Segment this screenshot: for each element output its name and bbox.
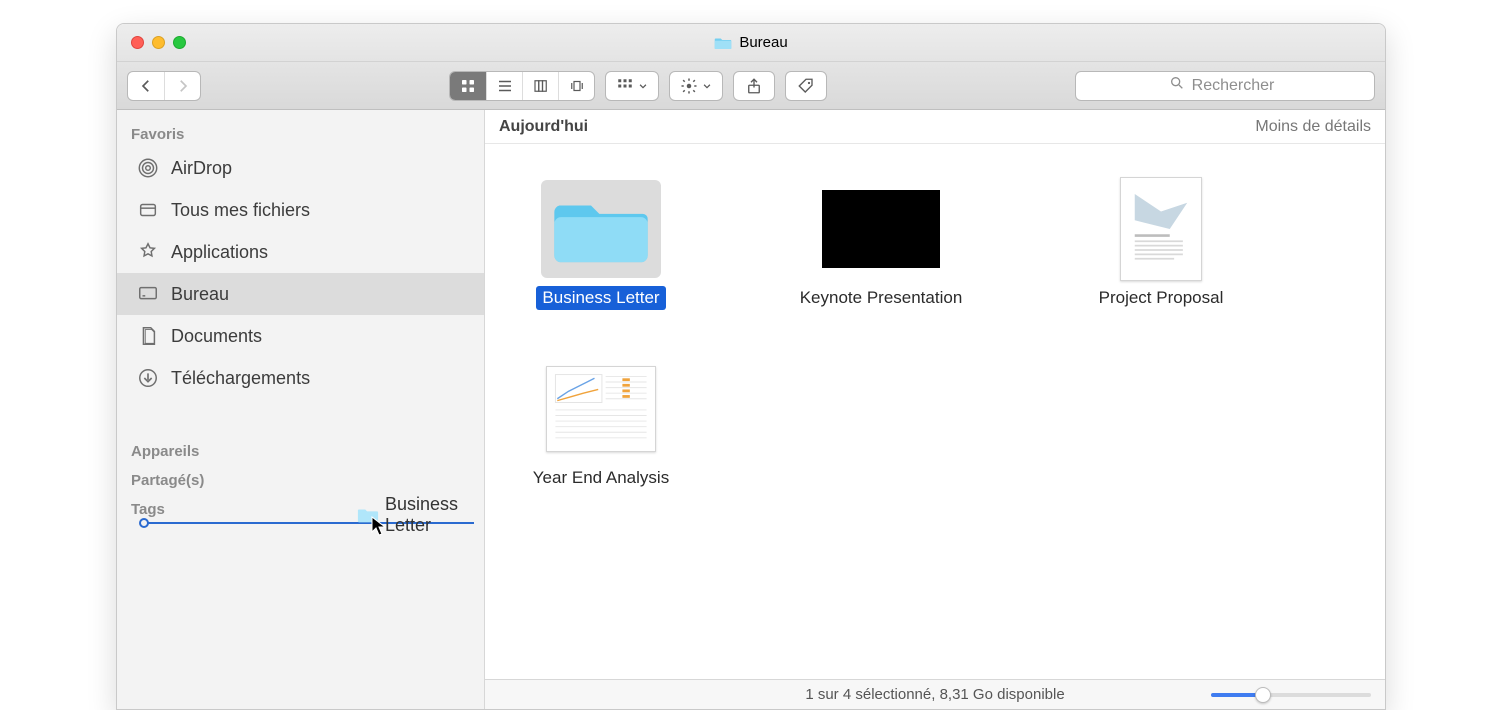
arrange-menu-button[interactable] <box>605 71 659 101</box>
zoom-window-button[interactable] <box>173 36 186 49</box>
content-header: Aujourd'hui Moins de détails <box>485 110 1385 144</box>
airdrop-icon <box>137 157 159 179</box>
sidebar-item-airdrop[interactable]: AirDrop <box>117 147 484 189</box>
coverflow-view-button[interactable] <box>558 72 594 100</box>
slider-knob[interactable] <box>1255 687 1271 703</box>
sidebar-item-label: Tous mes fichiers <box>171 200 310 221</box>
spreadsheet-icon <box>541 360 661 458</box>
sidebar-heading-favorites: Favoris <box>117 118 484 147</box>
file-name: Year End Analysis <box>527 466 675 490</box>
status-bar: 1 sur 4 sélectionné, 8,31 Go disponible <box>485 679 1385 709</box>
keynote-icon <box>821 180 941 278</box>
window-body: Favoris AirDrop Tous mes fichiers Applic… <box>117 110 1385 709</box>
content-area: Aujourd'hui Moins de détails Business Le… <box>485 110 1385 709</box>
file-item[interactable]: Project Proposal <box>1071 180 1251 310</box>
view-mode-buttons <box>449 71 595 101</box>
applications-icon <box>137 241 159 263</box>
file-item[interactable]: Year End Analysis <box>511 360 691 490</box>
file-name: Project Proposal <box>1093 286 1230 310</box>
nav-buttons <box>127 71 201 101</box>
finder-window: Bureau <box>116 23 1386 710</box>
window-controls <box>131 36 186 49</box>
sidebar-item-label: Documents <box>171 326 262 347</box>
sidebar-item-all-files[interactable]: Tous mes fichiers <box>117 189 484 231</box>
icon-grid[interactable]: Business Letter Keynote Presentation <box>485 144 1385 679</box>
icon-size-slider[interactable] <box>1211 688 1371 702</box>
sidebar-item-label: AirDrop <box>171 158 232 179</box>
documents-icon <box>137 325 159 347</box>
downloads-icon <box>137 367 159 389</box>
all-files-icon <box>137 199 159 221</box>
folder-icon <box>714 36 732 50</box>
sidebar: Favoris AirDrop Tous mes fichiers Applic… <box>117 110 485 709</box>
toolbar: Rechercher <box>117 62 1385 110</box>
sidebar-item-documents[interactable]: Documents <box>117 315 484 357</box>
file-name: Keynote Presentation <box>794 286 969 310</box>
toggle-details[interactable]: Moins de détails <box>1255 118 1371 136</box>
search-placeholder: Rechercher <box>1192 77 1275 95</box>
tags-button[interactable] <box>785 71 827 101</box>
document-icon <box>1101 180 1221 278</box>
column-view-button[interactable] <box>522 72 558 100</box>
sidebar-item-desktop[interactable]: Bureau <box>117 273 484 315</box>
search-icon <box>1169 75 1185 96</box>
drag-line <box>145 522 474 524</box>
sidebar-heading-devices: Appareils <box>117 435 484 464</box>
forward-button[interactable] <box>164 72 200 100</box>
share-button[interactable] <box>733 71 775 101</box>
window-title-text: Bureau <box>739 34 787 51</box>
sidebar-item-label: Applications <box>171 242 268 263</box>
back-button[interactable] <box>128 72 164 100</box>
search-field[interactable]: Rechercher <box>1075 71 1375 101</box>
close-window-button[interactable] <box>131 36 144 49</box>
window-title: Bureau <box>117 24 1385 61</box>
sidebar-item-applications[interactable]: Applications <box>117 231 484 273</box>
sidebar-item-downloads[interactable]: Téléchargements <box>117 357 484 399</box>
titlebar: Bureau <box>117 24 1385 62</box>
desktop-icon <box>137 283 159 305</box>
file-name: Business Letter <box>536 286 665 310</box>
sidebar-heading-shared: Partagé(s) <box>117 464 484 493</box>
list-view-button[interactable] <box>486 72 522 100</box>
folder-icon <box>541 180 661 278</box>
sidebar-heading-tags: Tags <box>117 493 484 522</box>
action-menu-button[interactable] <box>669 71 723 101</box>
sidebar-item-label: Bureau <box>171 284 229 305</box>
group-label: Aujourd'hui <box>499 118 588 136</box>
minimize-window-button[interactable] <box>152 36 165 49</box>
sidebar-item-label: Téléchargements <box>171 368 310 389</box>
icon-view-button[interactable] <box>450 72 486 100</box>
slider-track <box>1211 693 1371 697</box>
file-item[interactable]: Business Letter <box>511 180 691 310</box>
file-item[interactable]: Keynote Presentation <box>791 180 971 310</box>
status-text: 1 sur 4 sélectionné, 8,31 Go disponible <box>805 686 1064 703</box>
